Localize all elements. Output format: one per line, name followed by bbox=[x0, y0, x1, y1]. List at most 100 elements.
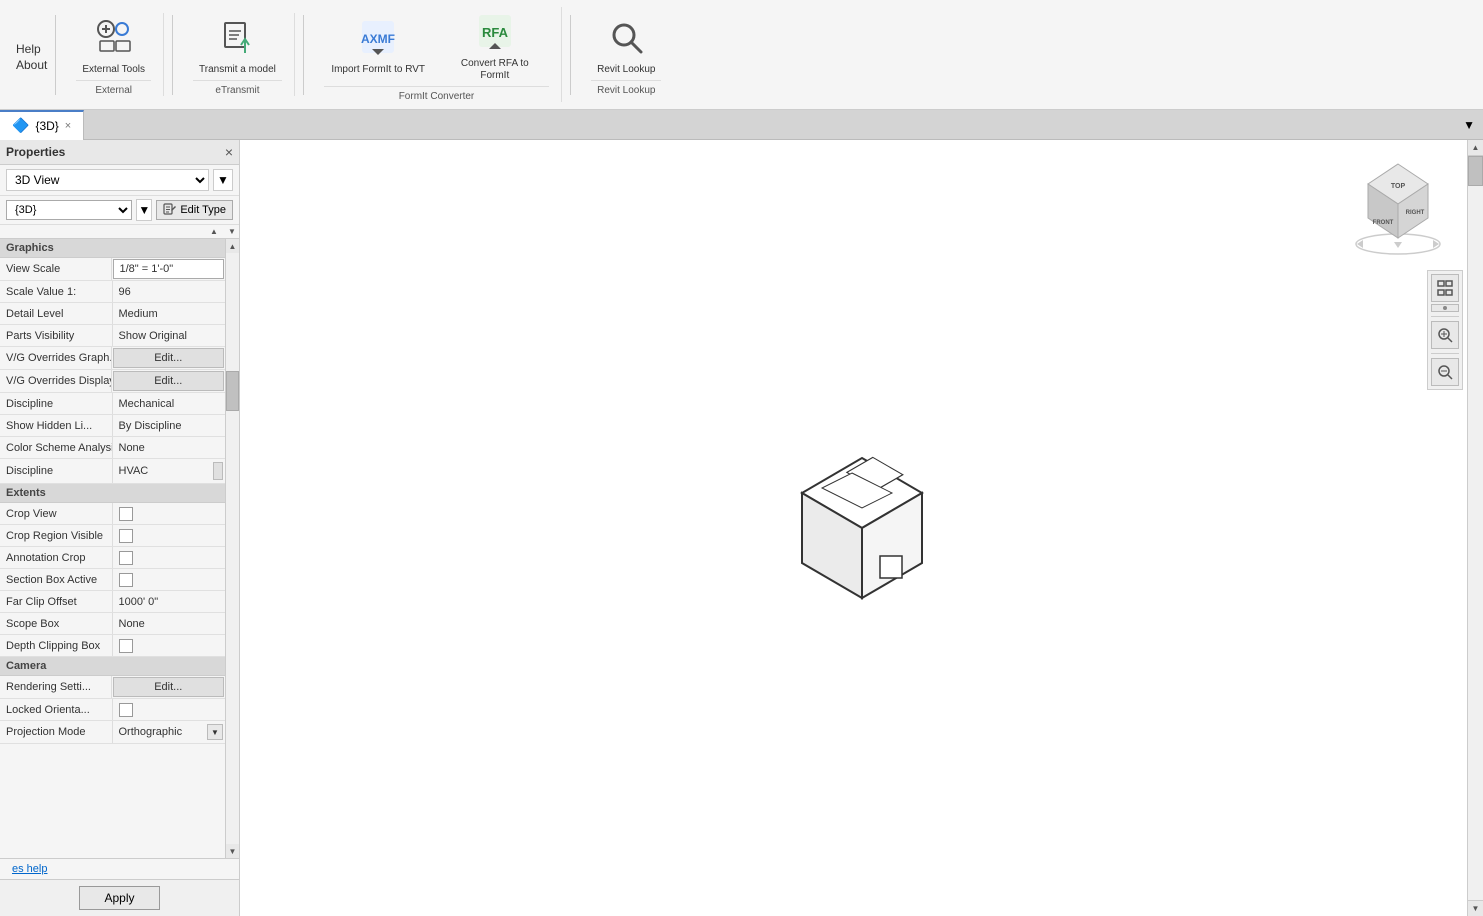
scroll-right-btn[interactable]: ▼ bbox=[225, 225, 239, 239]
zoom-region-icon bbox=[1437, 327, 1453, 343]
prop-row-vg-display: V/G Overrides Display... Edit... bbox=[0, 370, 225, 393]
apply-button[interactable]: Apply bbox=[79, 886, 159, 910]
vscroll-thumb[interactable] bbox=[1468, 156, 1483, 186]
toolbar-group-external-label: External bbox=[76, 80, 151, 96]
edit-type-button[interactable]: Edit Type bbox=[156, 200, 233, 220]
view-type-select[interactable]: 3D View bbox=[6, 169, 209, 191]
edit-type-label: Edit Type bbox=[180, 204, 226, 216]
prop-label-crop-view: Crop View bbox=[0, 503, 113, 524]
import-formit-label: Import FormIt to RVT bbox=[331, 64, 425, 76]
panel-title: Properties bbox=[6, 145, 65, 159]
prop-row-section-box: Section Box Active bbox=[0, 569, 225, 591]
import-formit-icon: AXMF bbox=[358, 17, 398, 62]
tab-close-button[interactable]: × bbox=[65, 120, 71, 132]
hvac-value: HVAC bbox=[119, 465, 149, 477]
crop-view-checkbox[interactable] bbox=[119, 507, 133, 521]
import-formit-button[interactable]: AXMF Import FormIt to RVT bbox=[324, 13, 433, 80]
viewport: TOP FRONT RIGHT bbox=[240, 140, 1483, 916]
help-button[interactable]: Help bbox=[16, 42, 41, 56]
props-inner: Graphics View Scale 1/8" = 1'-0" Scale V… bbox=[0, 239, 225, 858]
view-type-dropdown-button[interactable]: ▼ bbox=[213, 169, 233, 191]
projection-dropdown[interactable]: ▼ bbox=[207, 724, 223, 740]
prop-row-projection-mode: Projection Mode Orthographic ▼ bbox=[0, 721, 225, 744]
prop-label-parts-visibility: Parts Visibility bbox=[0, 325, 113, 346]
prop-row-hidden-lines: Show Hidden Li... By Discipline bbox=[0, 415, 225, 437]
prop-row-parts-visibility: Parts Visibility Show Original bbox=[0, 325, 225, 347]
scroll-track bbox=[226, 253, 239, 844]
svg-text:AXMF: AXMF bbox=[361, 32, 395, 46]
toolbar-group-revit-lookup: Revit Lookup Revit Lookup bbox=[579, 13, 673, 96]
about-button[interactable]: About bbox=[16, 58, 47, 72]
top-scroll-controls: ▲ ▼ bbox=[0, 225, 239, 239]
viewport-content bbox=[240, 140, 1483, 916]
scroll-thumb[interactable] bbox=[226, 371, 239, 411]
section-box-checkbox[interactable] bbox=[119, 573, 133, 587]
annotation-crop-checkbox[interactable] bbox=[119, 551, 133, 565]
prop-row-depth-clipping: Depth Clipping Box bbox=[0, 635, 225, 657]
prop-value-vg-graph-btn[interactable]: Edit... bbox=[113, 348, 225, 368]
prop-value-crop-view bbox=[113, 503, 226, 524]
prop-row-color-analysis: Color Scheme Analysis... None bbox=[0, 437, 225, 459]
prop-label-scope-box: Scope Box bbox=[0, 613, 113, 634]
scroll-up-arrow[interactable]: ▲ bbox=[226, 239, 239, 253]
scroll-down-arrow[interactable]: ▼ bbox=[226, 844, 239, 858]
zoom-fit-button[interactable] bbox=[1431, 274, 1459, 302]
prop-row-scale-value: Scale Value 1: 96 bbox=[0, 281, 225, 303]
prop-label-locked-orientation: Locked Orienta... bbox=[0, 699, 113, 720]
projection-value: Orthographic bbox=[119, 726, 183, 738]
instance-dropdown-button[interactable]: ▼ bbox=[136, 199, 152, 221]
tab-3d-view[interactable]: 🔷 {3D} × bbox=[0, 110, 84, 140]
prop-value-depth-clipping bbox=[113, 635, 226, 656]
transmit-model-button[interactable]: Transmit a model bbox=[193, 13, 282, 80]
revit-lookup-button[interactable]: Revit Lookup bbox=[591, 13, 661, 80]
vscroll-up[interactable]: ▲ bbox=[1468, 140, 1483, 156]
prop-row-rendering-settings: Rendering Setti... Edit... bbox=[0, 676, 225, 699]
convert-rfa-label: Convert RFA to FormIt bbox=[446, 58, 543, 82]
prop-value-color-analysis: None bbox=[113, 437, 226, 458]
convert-rfa-icon: RFA bbox=[475, 11, 515, 56]
prop-label-annotation-crop: Annotation Crop bbox=[0, 547, 113, 568]
view-ctrl-separator bbox=[1431, 316, 1459, 317]
nav-cube[interactable]: TOP FRONT RIGHT bbox=[1343, 156, 1443, 256]
graphics-section-header: Graphics bbox=[0, 239, 225, 258]
prop-row-vg-graph: V/G Overrides Graph... Edit... bbox=[0, 347, 225, 370]
prop-label-vg-display: V/G Overrides Display... bbox=[0, 370, 112, 392]
prop-label-rendering-settings: Rendering Setti... bbox=[0, 676, 112, 698]
external-tools-button[interactable]: External Tools bbox=[76, 13, 151, 80]
help-link[interactable]: es help bbox=[6, 861, 53, 877]
toolbar: Help About External Tools bbox=[0, 0, 1483, 110]
prop-label-projection-mode: Projection Mode bbox=[0, 721, 113, 743]
external-tools-label: External Tools bbox=[82, 64, 145, 76]
hvac-scroll[interactable] bbox=[213, 462, 223, 480]
prop-label-view-scale: View Scale bbox=[0, 258, 112, 280]
prop-label-far-clip: Far Clip Offset bbox=[0, 591, 113, 612]
properties-panel: Properties × 3D View ▼ {3D} ▼ bbox=[0, 140, 240, 916]
prop-value-rendering-btn[interactable]: Edit... bbox=[113, 677, 225, 697]
prop-value-vg-display-btn[interactable]: Edit... bbox=[113, 371, 225, 391]
convert-rfa-button[interactable]: RFA Convert RFA to FormIt bbox=[440, 7, 549, 86]
instance-select[interactable]: {3D} bbox=[6, 200, 132, 220]
depth-clipping-checkbox[interactable] bbox=[119, 639, 133, 653]
prop-label-section-box-active: Section Box Active bbox=[0, 569, 113, 590]
tab-3d-label: {3D} bbox=[35, 119, 58, 133]
prop-row-locked-orientation: Locked Orienta... bbox=[0, 699, 225, 721]
external-tools-icon bbox=[94, 17, 134, 62]
camera-section-header: Camera bbox=[0, 657, 225, 676]
prop-row-annotation-crop: Annotation Crop bbox=[0, 547, 225, 569]
prop-value-crop-region bbox=[113, 525, 226, 546]
locked-orientation-checkbox[interactable] bbox=[119, 703, 133, 717]
revit-lookup-icon bbox=[606, 17, 646, 62]
scroll-up-btn[interactable]: ▲ bbox=[207, 225, 221, 239]
zoom-region-button[interactable] bbox=[1431, 321, 1459, 349]
prop-value-view-scale[interactable]: 1/8" = 1'-0" bbox=[113, 259, 225, 279]
tab-overflow-button[interactable]: ▼ bbox=[1455, 118, 1483, 132]
crop-region-checkbox[interactable] bbox=[119, 529, 133, 543]
panel-close-button[interactable]: × bbox=[225, 144, 233, 160]
help-bar: es help bbox=[0, 858, 239, 879]
prop-row-hvac-discipline: Discipline HVAC bbox=[0, 459, 225, 484]
edit-type-icon bbox=[163, 203, 177, 217]
vscroll-down[interactable]: ▼ bbox=[1468, 900, 1483, 916]
prop-value-model-discipline: Mechanical bbox=[113, 393, 226, 414]
prop-row-crop-view: Crop View bbox=[0, 503, 225, 525]
zoom-out-button[interactable] bbox=[1431, 358, 1459, 386]
